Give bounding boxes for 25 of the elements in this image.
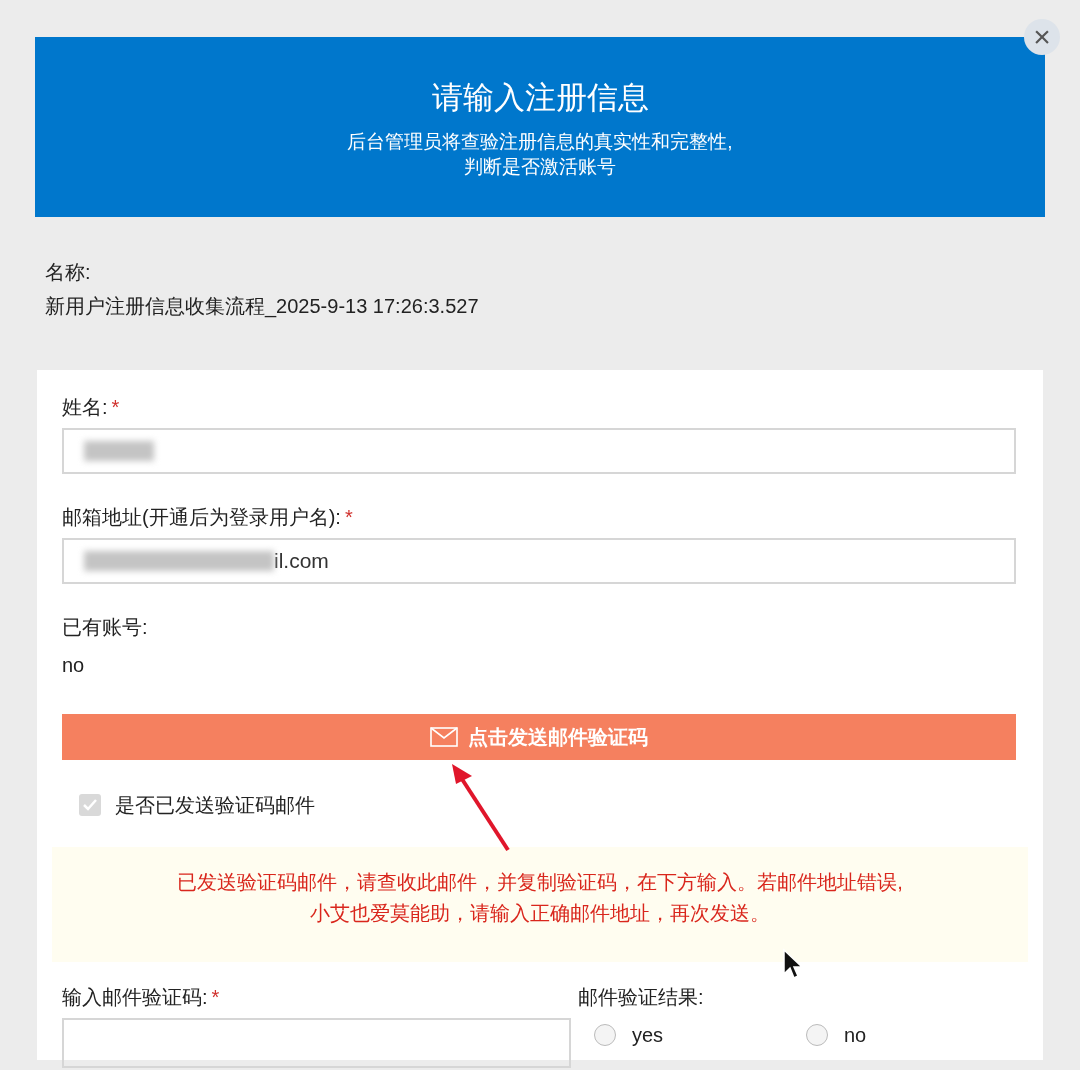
radio-label: yes [632,1023,664,1048]
field-label: 邮箱地址(开通后为登录用户名): [62,505,341,530]
field-label: 已有账号: [62,615,148,640]
input-field[interactable]: il.com [62,538,1016,584]
banner-subtitle: 后台管理员将查验注册信息的真实性和完整性, 判断是否激活账号 [347,130,733,179]
required-mark: * [344,505,353,530]
close-button[interactable]: × [1024,19,1060,55]
notice-text: 已发送验证码邮件，请查收此邮件，并复制验证码，在下方输入。若邮件地址错误, 小艾也爱莫能助，请输入正确邮件地址，再次发送。 [177,870,903,926]
radio-button[interactable] [594,1024,616,1046]
radio-button[interactable] [806,1024,828,1046]
name-label: 名称: [45,260,92,285]
name-value: 新用户注册信息收集流程_2025-9-13 17:26:3.527 [45,294,480,320]
field-value: il.com [274,548,329,575]
required-mark: * [111,395,120,420]
field-label: 邮件验证结果: [578,985,704,1010]
field-label: 姓名: [62,395,108,420]
input-field[interactable] [62,428,1016,474]
input-field[interactable] [62,1018,571,1068]
field-value: no [62,653,86,678]
banner-title: 请输入注册信息 [431,79,649,117]
radio-label: no [844,1023,867,1048]
checkbox-label: 是否已发送验证码邮件 [115,793,315,818]
field-label: 输入邮件验证码: [62,985,208,1010]
required-mark: * [211,985,220,1010]
mail-icon [430,727,458,747]
